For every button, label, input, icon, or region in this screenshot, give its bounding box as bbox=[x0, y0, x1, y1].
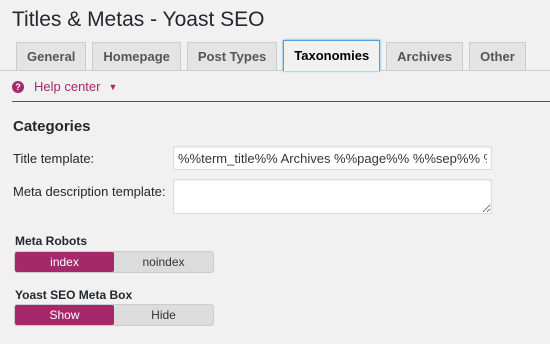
meta-description-textarea[interactable] bbox=[173, 179, 492, 214]
caret-down-icon: ▼ bbox=[108, 81, 118, 92]
meta-robots-noindex-option[interactable]: noindex bbox=[114, 252, 213, 272]
tab-homepage[interactable]: Homepage bbox=[92, 42, 181, 71]
tab-general[interactable]: General bbox=[16, 42, 87, 71]
help-center-toggle[interactable]: ? Help center ▼ bbox=[12, 79, 117, 94]
title-template-input[interactable] bbox=[173, 146, 492, 170]
help-center-divider bbox=[12, 101, 550, 102]
tab-post-types[interactable]: Post Types bbox=[186, 42, 278, 71]
meta-robots-index-option[interactable]: index bbox=[15, 252, 114, 272]
tab-bar-divider bbox=[0, 70, 550, 71]
tab-archives[interactable]: Archives bbox=[386, 42, 464, 71]
meta-box-switch: Show Hide bbox=[14, 304, 214, 326]
help-center-label: Help center bbox=[34, 79, 101, 94]
meta-box-show-option[interactable]: Show bbox=[15, 305, 114, 325]
meta-robots-switch: index noindex bbox=[14, 251, 214, 273]
tab-taxonomies[interactable]: Taxonomies bbox=[283, 40, 381, 71]
meta-box-title: Yoast SEO Meta Box bbox=[15, 288, 133, 302]
title-template-label: Title template: bbox=[13, 151, 95, 166]
meta-description-label: Meta description template: bbox=[13, 184, 166, 199]
meta-robots-title: Meta Robots bbox=[15, 234, 87, 248]
page-title: Titles & Metas - Yoast SEO bbox=[12, 8, 265, 31]
question-icon: ? bbox=[12, 80, 24, 93]
section-title: Categories bbox=[13, 118, 91, 135]
tab-other[interactable]: Other bbox=[469, 42, 526, 71]
tab-bar: General Homepage Post Types Taxonomies A… bbox=[16, 40, 532, 71]
meta-box-hide-option[interactable]: Hide bbox=[114, 305, 213, 325]
